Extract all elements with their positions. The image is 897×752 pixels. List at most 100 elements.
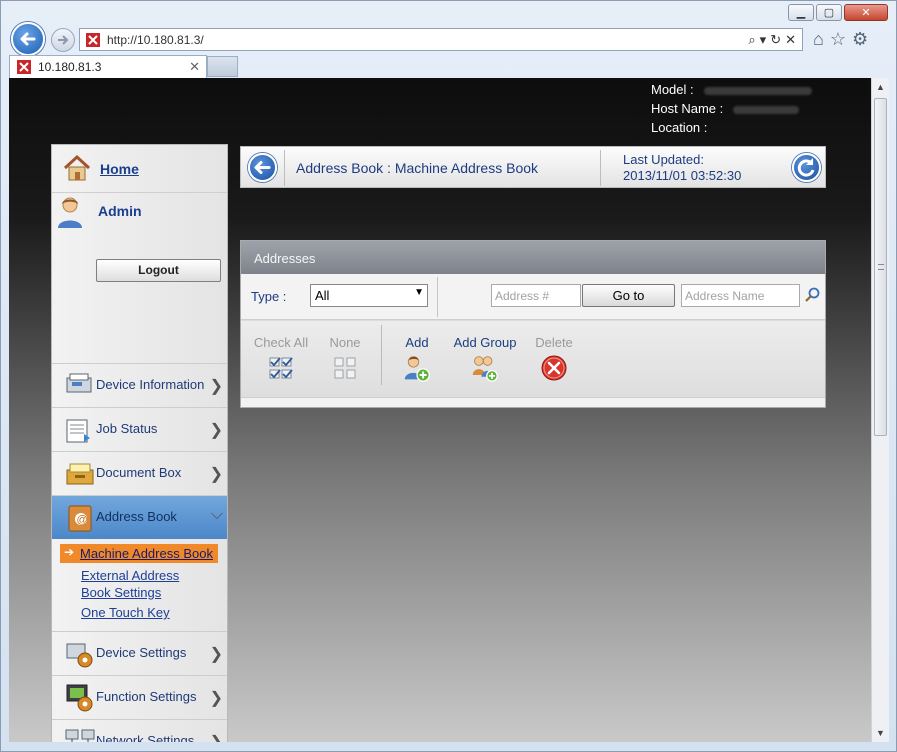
logout-button[interactable]: Logout [96,259,221,282]
chevron-right-icon: ❯ [209,422,223,439]
action-row: Check All None Add Add Group Delete [241,321,825,397]
location-label: Location : [651,120,708,135]
host-name-label: Host Name : [651,101,724,116]
chevron-right-icon: ❯ [209,690,223,707]
gear-icon[interactable]: ⚙ [852,29,868,50]
refresh-icon [797,158,815,177]
tab-favicon-icon [17,60,31,74]
favorites-star-icon[interactable]: ☆ [830,29,846,50]
browser-tab[interactable]: 10.180.81.3 ✕ [9,55,207,78]
add-label: Add [405,335,429,350]
home-link[interactable]: Home [100,161,139,177]
sidebar-item-label: Address Book [96,509,177,524]
add-button[interactable]: Add [401,335,433,382]
site-favicon-icon [86,32,100,47]
sidebar: Home Admin Logout Device Information ❯ J… [51,144,228,742]
url-text[interactable]: http://10.180.81.3/ [107,33,748,47]
divider [381,325,382,385]
chevron-down-icon: ⌵ [210,506,223,523]
type-select-value: All [315,288,330,303]
model-value-redacted [703,86,812,95]
network-settings-icon [65,729,95,742]
filter-row: Type : All ▼ Address # Go to Address Nam… [241,274,825,320]
maximize-button[interactable]: ▢ [816,4,842,21]
add-group-button[interactable]: Add Group [452,335,518,382]
page-title: Address Book : Machine Address Book [296,160,539,176]
browser-back-button[interactable] [11,22,45,56]
address-bar[interactable]: http://10.180.81.3/ ⌕ ▾ ↻ ✕ [79,28,803,51]
svg-text:@: @ [77,514,88,526]
browser-forward-button[interactable] [51,28,75,52]
house-icon [63,154,91,181]
none-button[interactable]: None [327,335,363,382]
vertical-scrollbar[interactable]: ▲ ▼ [871,78,889,742]
sidebar-item-function-settings[interactable]: Function Settings ❯ [52,675,227,719]
new-tab-button[interactable] [207,56,238,77]
sidebar-home[interactable]: Home [52,145,227,193]
search-icon[interactable]: ⌕ [748,32,755,48]
chevron-right-icon: ❯ [209,646,223,663]
check-all-label: Check All [253,335,309,350]
tab-title: 10.180.81.3 [38,60,102,74]
function-settings-icon [66,684,93,712]
sidebar-item-document-box[interactable]: Document Box ❯ [52,451,227,495]
scrollbar-thumb[interactable] [874,98,887,436]
type-label: Type : [251,289,287,304]
home-icon[interactable]: ⌂ [813,29,824,50]
sidebar-item-address-book[interactable]: @ Address Book ⌵ [52,495,227,539]
sidebar-item-device-information[interactable]: Device Information ❯ [52,363,227,407]
tab-close-icon[interactable]: ✕ [189,59,200,75]
refresh-icon[interactable]: ↻ [770,32,781,48]
scroll-up-icon[interactable]: ▲ [876,82,885,92]
submenu-external-address-book[interactable]: External Address [81,567,179,584]
sidebar-item-network-settings[interactable]: Network Settings ❯ [52,719,227,742]
page-back-button[interactable] [248,153,277,182]
window-controls: ▁ ▢ ✕ [788,4,888,21]
back-arrow-icon [254,161,271,174]
sidebar-item-device-settings[interactable]: Device Settings ❯ [52,631,227,675]
back-arrow-icon [20,32,36,46]
sidebar-item-label: Job Status [96,421,158,436]
check-all-button[interactable]: Check All [252,335,310,382]
panel-footer [241,397,825,407]
host-name-value-redacted [733,105,800,114]
close-button[interactable]: ✕ [844,4,888,21]
divider [284,150,285,186]
scroll-down-icon[interactable]: ▼ [876,728,885,738]
page-viewport: Model : Host Name : Location : Home Admi… [9,78,871,742]
submenu-external-address-book-line2[interactable]: Book Settings [81,584,161,601]
type-select[interactable]: All ▼ [310,284,428,307]
add-group-label: Add Group [453,335,517,350]
check-all-icon [269,357,293,379]
sidebar-item-job-status[interactable]: Job Status ❯ [52,407,227,451]
delete-button[interactable]: Delete [534,335,574,382]
minimize-button[interactable]: ▁ [788,4,814,21]
chevron-right-icon: ❯ [210,732,223,742]
stop-icon[interactable]: ✕ [785,32,796,48]
submenu-machine-address-book[interactable]: ➔ Machine Address Book [60,544,218,563]
submenu-label: Machine Address Book [80,546,213,561]
submenu-one-touch-key[interactable]: One Touch Key [81,604,170,621]
sidebar-item-label: Document Box [96,465,182,480]
document-box-icon [66,463,94,485]
add-user-icon [404,356,430,382]
go-to-button[interactable]: Go to [582,284,675,307]
address-number-input[interactable]: Address # [491,284,581,307]
sidebar-item-label: Network Settings [96,733,195,742]
page-header: Address Book : Machine Address Book Last… [240,146,826,188]
admin-user-icon [58,197,82,228]
device-information-icon [66,373,92,393]
search-icon[interactable] [804,287,820,303]
address-name-input[interactable]: Address Name [681,284,800,307]
dropdown-icon[interactable]: ▾ [760,32,767,48]
chevron-down-icon: ▼ [414,287,424,298]
none-label: None [329,335,361,350]
refresh-button[interactable] [792,153,821,182]
chevron-right-icon: ❯ [209,466,223,483]
address-book-submenu: ➔ Machine Address Book External Address … [52,541,227,629]
forward-arrow-icon [58,35,69,45]
delete-x-icon [541,355,567,381]
model-label: Model : [651,82,694,97]
chevron-right-icon: ❯ [209,378,223,395]
divider [600,150,601,186]
